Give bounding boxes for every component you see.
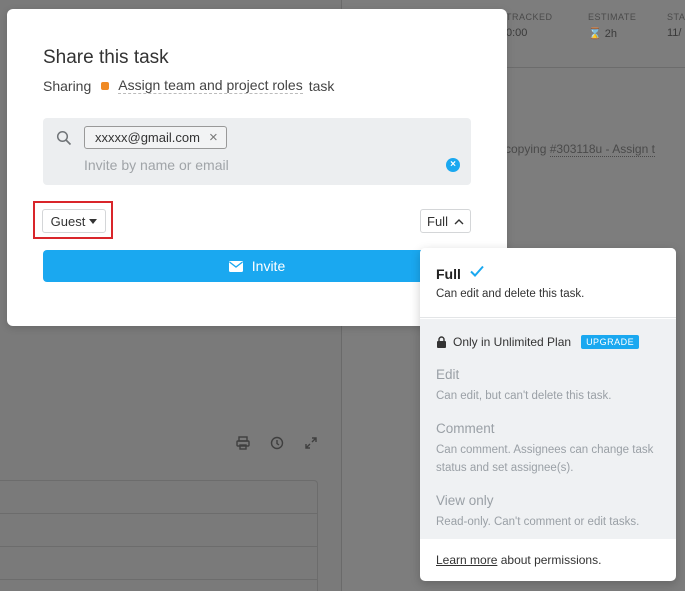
tracked-label: TRACKED xyxy=(506,12,553,22)
tracked-stat: TRACKED 0:00 xyxy=(506,12,553,39)
tracked-value: 0:00 xyxy=(506,27,528,39)
lock-icon xyxy=(437,336,446,348)
learn-more-link[interactable]: Learn more xyxy=(436,553,497,567)
upgrade-badge[interactable]: UPGRADE xyxy=(581,335,640,349)
table-row xyxy=(0,547,317,580)
option-name: Edit xyxy=(436,367,460,382)
invite-field[interactable]: xxxxx@gmail.com × × xyxy=(43,118,471,185)
footer-text: about permissions. xyxy=(500,553,602,567)
permission-option-view-only: View only Read-only. Can't comment or ed… xyxy=(436,493,639,531)
permission-dropdown-button[interactable]: Full xyxy=(420,209,471,233)
task-color-dot xyxy=(101,81,110,90)
plan-notice-text: Only in Unlimited Plan xyxy=(453,335,572,349)
invite-button-label: Invite xyxy=(251,258,286,274)
option-description: Read-only. Can't comment or edit tasks. xyxy=(436,516,640,528)
permission-menu: Full Can edit and delete this task. Only… xyxy=(420,248,676,581)
permissions-footer: Learn more about permissions. xyxy=(436,553,601,567)
checkmark-icon xyxy=(470,265,484,277)
permission-option-full[interactable]: Full Can edit and delete this task. xyxy=(420,248,676,318)
estimate-value: 2h xyxy=(604,28,618,40)
history-icon xyxy=(270,436,284,450)
task-name: Assign team and project roles xyxy=(118,77,303,94)
envelope-icon xyxy=(228,260,243,272)
activity-prefix: copying xyxy=(505,142,547,156)
permission-label: Full xyxy=(427,213,448,229)
activity-task-link: #303118u - Assign t xyxy=(549,142,655,157)
option-description: Can edit, but can't delete this task. xyxy=(436,390,612,402)
start-date-value: 11/ xyxy=(667,27,682,39)
expand-icon xyxy=(305,437,317,449)
background-toolbar xyxy=(236,436,318,450)
option-name: Comment xyxy=(436,421,495,436)
invitee-chip: xxxxx@gmail.com × xyxy=(84,126,227,149)
locked-options-section: Only in Unlimited Plan UPGRADE Edit Can … xyxy=(420,319,676,539)
start-date-stat: STA 11/ xyxy=(667,12,685,39)
invite-button[interactable]: Invite xyxy=(43,250,471,282)
search-icon xyxy=(56,130,72,146)
plan-notice: Only in Unlimited Plan UPGRADE xyxy=(436,335,640,349)
role-label: Guest xyxy=(50,213,86,229)
hourglass-icon: ⌛ xyxy=(588,28,602,40)
estimate-label: ESTIMATE xyxy=(588,12,637,22)
invitee-email: xxxxx@gmail.com xyxy=(95,130,200,145)
option-description: Can edit and delete this task. xyxy=(436,288,585,300)
option-description: Can comment. Assignees can change task s… xyxy=(436,444,654,474)
modal-title: Share this task xyxy=(43,47,169,68)
table-row xyxy=(0,481,317,514)
table-row xyxy=(0,514,317,547)
role-dropdown-button[interactable]: Guest xyxy=(42,209,106,233)
sharing-suffix: task xyxy=(308,77,335,94)
invite-input[interactable] xyxy=(84,157,424,173)
option-name: View only xyxy=(436,493,494,508)
estimate-stat: ESTIMATE ⌛ 2h xyxy=(588,12,636,40)
start-date-label: STA xyxy=(667,12,685,22)
option-name: Full xyxy=(436,266,461,282)
chevron-up-icon xyxy=(454,218,464,224)
remove-invitee-icon[interactable]: × xyxy=(209,130,218,145)
permission-option-comment: Comment Can comment. Assignees can chang… xyxy=(436,421,666,477)
clear-input-icon[interactable]: × xyxy=(446,158,460,172)
estimate-value-row: ⌛ 2h xyxy=(588,27,636,40)
permission-option-edit: Edit Can edit, but can't delete this tas… xyxy=(436,367,611,405)
print-icon xyxy=(236,436,250,450)
caret-down-icon xyxy=(89,218,98,224)
background-table xyxy=(0,480,318,591)
sharing-line: Sharing Assign team and project roles ta… xyxy=(43,77,334,94)
background-activity-text: copying #303118u - Assign t xyxy=(505,142,655,157)
sharing-prefix: Sharing xyxy=(43,77,92,94)
